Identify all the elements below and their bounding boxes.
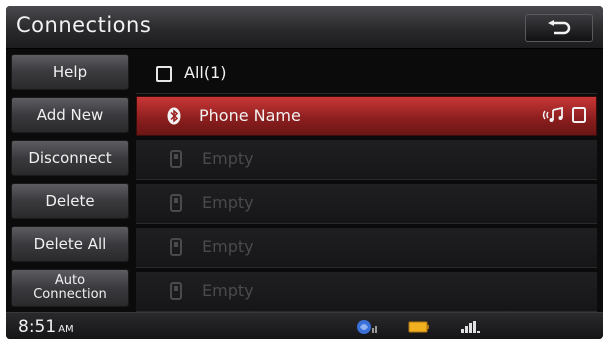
phone-device-icon: [572, 107, 586, 123]
page-title: Connections: [16, 13, 152, 37]
back-button[interactable]: [525, 14, 593, 42]
connections-screen: Connections Help Add New Disconnect Dele…: [6, 6, 603, 339]
empty-slot-row[interactable]: Empty: [136, 272, 597, 312]
signal-icon: [461, 321, 480, 333]
empty-slot-label: Empty: [202, 281, 254, 300]
phone-icon: [170, 282, 182, 300]
auto-connection-button[interactable]: Auto Connection: [11, 269, 129, 307]
add-new-button[interactable]: Add New: [11, 97, 129, 133]
empty-slot-row[interactable]: Empty: [136, 140, 597, 180]
clock-time: 8:51: [18, 317, 57, 337]
select-all-label: All(1): [184, 63, 227, 82]
navigation-icon: [357, 320, 377, 334]
clock: 8:51 AM: [18, 317, 74, 337]
delete-button[interactable]: Delete: [11, 183, 129, 219]
empty-slot-row[interactable]: Empty: [136, 228, 597, 268]
disconnect-button[interactable]: Disconnect: [11, 140, 129, 176]
empty-slot-label: Empty: [202, 193, 254, 212]
delete-all-button[interactable]: Delete All: [11, 226, 129, 262]
battery-icon: [408, 321, 429, 333]
status-icons: [356, 319, 482, 335]
phone-icon: [170, 150, 182, 168]
empty-slot-row[interactable]: Empty: [136, 184, 597, 224]
empty-slot-label: Empty: [202, 149, 254, 168]
select-all-row[interactable]: All(1): [136, 54, 597, 94]
clock-ampm: AM: [58, 324, 74, 335]
back-icon: [548, 20, 571, 35]
title-bar: Connections: [6, 6, 603, 49]
select-all-checkbox[interactable]: [156, 66, 172, 82]
phone-icon: [170, 194, 182, 212]
empty-slot-label: Empty: [202, 237, 254, 256]
device-name: Phone Name: [199, 106, 301, 125]
bluetooth-icon: [167, 107, 181, 125]
help-button[interactable]: Help: [11, 54, 129, 90]
status-bar: 8:51 AM: [6, 312, 603, 339]
streaming-audio-icon: [542, 107, 563, 122]
device-status-icons: [542, 107, 586, 123]
phone-icon: [170, 238, 182, 256]
device-row[interactable]: Phone Name: [136, 96, 597, 136]
